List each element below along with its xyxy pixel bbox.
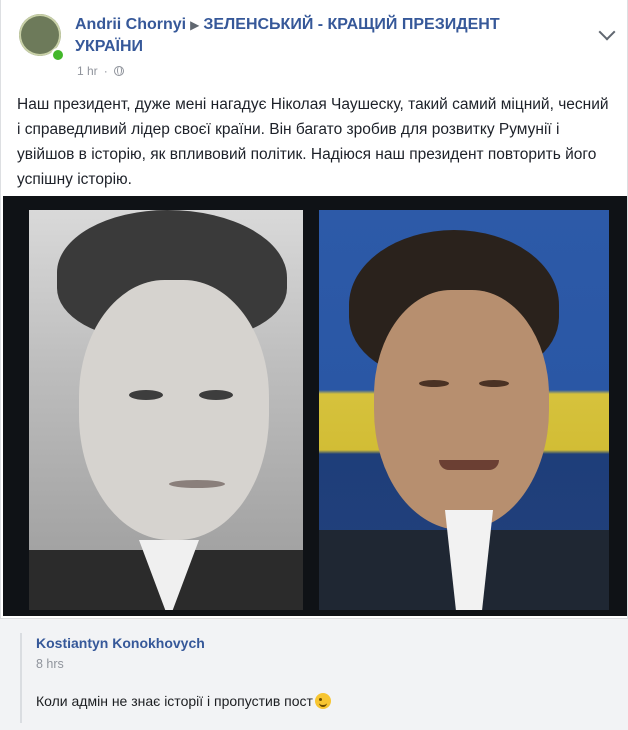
post-timestamp[interactable]: 1 hr [77,64,98,78]
eye-right-2 [479,380,509,387]
eye-left-2 [199,390,233,400]
caret-right-icon: ▶ [190,18,200,32]
comment-author-link[interactable]: Kostiantyn Konokhovych [36,635,205,651]
comment-item: Kostiantyn Konokhovych 8 hrs Коли адмін … [20,633,624,723]
eye-right-1 [419,380,449,387]
post-image[interactable] [3,196,627,616]
comment-text: Коли адмін не знає історії і пропустив п… [36,693,313,709]
emoji-wink-icon [314,693,331,709]
post-title-line: Andrii Chornyi ▶ ЗЕЛЕНСЬКИЙ - КРАЩИЙ ПРЕЗИ… [75,14,565,57]
chevron-down-icon[interactable] [598,23,616,41]
post-header: Andrii Chornyi ▶ ЗЕЛЕНСЬКИЙ - КРАЩИЙ ПРЕЗИ… [15,12,616,82]
comment-timestamp[interactable]: 8 hrs [36,657,64,671]
face-right [374,290,549,530]
post-text: Наш президент, дуже мені нагадує Ніколая… [17,96,609,188]
photo-left-panel [29,210,303,610]
separator-dot: · [103,64,108,78]
globe-icon[interactable] [113,66,124,76]
comments-section: Kostiantyn Konokhovych 8 hrs Коли адмін … [0,618,628,730]
photo-right-panel [319,210,609,610]
mouth-left [169,480,225,488]
online-status-dot [51,48,65,62]
comment-text-row: Коли адмін не знає історії і пропустив п… [36,693,331,709]
post-card: Andrii Chornyi ▶ ЗЕЛЕНСЬКИЙ - КРАЩИЙ ПРЕЗИ… [0,0,628,620]
post-author-link[interactable]: Andrii Chornyi [75,16,186,33]
eye-left-1 [129,390,163,400]
post-meta: 1 hr · [77,64,124,78]
mouth-right [439,460,499,470]
face-left [79,280,269,540]
